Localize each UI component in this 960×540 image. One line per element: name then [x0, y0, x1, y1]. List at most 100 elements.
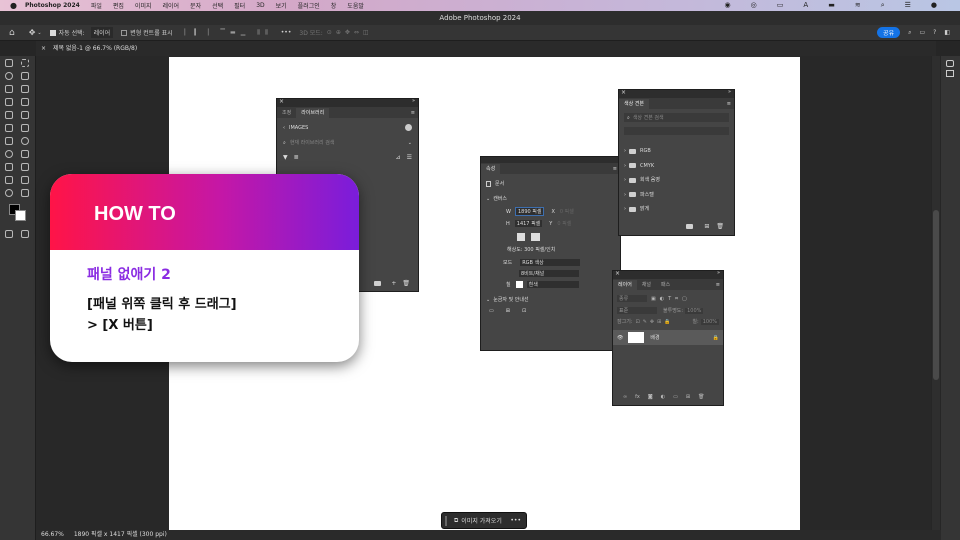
panel-menu-icon[interactable]: ≡ [716, 280, 720, 290]
app-menu-name[interactable]: Photoshop 2024 [25, 2, 80, 9]
drag-handle[interactable] [445, 515, 447, 526]
blend-mode-select[interactable]: 표준 [617, 307, 657, 314]
delete-icon[interactable]: 🗑 [402, 280, 410, 287]
y-field[interactable]: 0 픽셀 [557, 220, 583, 227]
menu-view[interactable]: 보기 [276, 1, 287, 10]
sort-icon[interactable]: ≣ [294, 154, 299, 161]
chevron-down-icon[interactable]: ⌄ [486, 297, 490, 303]
chevron-down-icon[interactable]: ⌄ [37, 30, 41, 36]
marquee-tool-icon[interactable] [21, 59, 29, 67]
siri-icon[interactable]: ● [931, 1, 937, 10]
add-icon[interactable]: + [391, 280, 396, 287]
creative-cloud-icon[interactable]: ◎ [751, 1, 757, 10]
swatch-folder[interactable]: › RGB [624, 144, 729, 159]
learn-icon[interactable] [946, 70, 954, 77]
record-icon[interactable]: ◉ [725, 1, 731, 10]
shape-tool-icon[interactable] [5, 176, 13, 184]
panel-menu-icon[interactable]: ≡ [727, 99, 731, 109]
library-search-input[interactable]: 현재 라이브러리 검색 [290, 139, 335, 146]
close-icon[interactable]: × [621, 89, 626, 96]
eyedropper-tool-icon[interactable] [5, 98, 13, 106]
tab-adjustments[interactable]: 조정 [277, 108, 296, 118]
chevron-right-icon[interactable]: › [624, 159, 626, 174]
battery-icon[interactable]: ▬ [828, 1, 835, 10]
tab-paths[interactable]: 패스 [656, 280, 675, 290]
user-icon[interactable] [405, 124, 412, 131]
eye-icon[interactable]: 👁 [617, 335, 623, 341]
fill-select[interactable]: 흰색 [526, 281, 579, 288]
blur-tool-icon[interactable] [21, 137, 29, 145]
search-icon[interactable]: ⌕ [881, 1, 885, 10]
more-icon[interactable]: ••• [281, 29, 292, 36]
background-color-swatch[interactable] [15, 210, 26, 221]
new-layer-icon[interactable]: ⊞ [686, 394, 690, 400]
swatch-folder[interactable]: › 파스텔 [624, 188, 729, 203]
menu-type[interactable]: 문자 [190, 1, 201, 10]
scrollbar-thumb[interactable] [933, 210, 939, 380]
keyboard-icon[interactable]: A [803, 1, 808, 10]
lock-icons[interactable]: ⊡✎✥⊞🔒 [636, 319, 674, 325]
frame-tool-icon[interactable] [21, 85, 29, 93]
close-icon[interactable]: × [41, 45, 46, 52]
mode-select[interactable]: RGB 색상 [520, 259, 581, 266]
menu-window[interactable]: 창 [331, 1, 337, 10]
menu-layer[interactable]: 레이어 [162, 1, 179, 10]
transform-checkbox[interactable] [121, 29, 128, 36]
swatches-search-input[interactable]: 색상 견본 검색 [633, 114, 664, 121]
library-breadcrumb[interactable]: IMAGES [289, 125, 308, 131]
pen-tool-icon[interactable] [21, 150, 29, 158]
folder-icon[interactable] [686, 224, 694, 229]
chevron-down-icon[interactable]: ⌄ [408, 140, 412, 146]
opacity-field[interactable]: 100% [685, 307, 704, 314]
eraser-tool-icon[interactable] [21, 124, 29, 132]
guides-icon[interactable]: ⊡ [522, 308, 526, 314]
home-icon[interactable]: ⌂ [9, 28, 15, 38]
close-icon[interactable]: × [615, 270, 620, 277]
control-center-icon[interactable]: ☰ [905, 1, 911, 10]
chevron-right-icon[interactable]: › [624, 144, 626, 159]
tab-libraries[interactable]: 라이브러리 [296, 108, 330, 118]
more-tools-icon[interactable] [21, 189, 29, 197]
hand-tool-icon[interactable] [21, 176, 29, 184]
close-icon[interactable]: × [279, 98, 284, 105]
quick-mask-icon[interactable] [5, 230, 13, 238]
portrait-icon[interactable] [517, 233, 525, 241]
delete-icon[interactable]: 🗑 [716, 223, 724, 230]
panel-header[interactable]: × » [613, 270, 723, 279]
gradient-tool-icon[interactable] [5, 137, 13, 145]
ruler-icon[interactable]: ▭ [489, 308, 494, 314]
document-info[interactable]: 1890 픽셀 x 1417 픽셀 (300 ppi) [74, 531, 167, 538]
menu-3d[interactable]: 3D [256, 2, 264, 9]
wifi-icon[interactable]: ≋ [855, 1, 861, 10]
menu-plugins[interactable]: 플러그인 [298, 1, 320, 10]
menu-filter[interactable]: 필터 [234, 1, 245, 10]
type-tool-icon[interactable] [5, 163, 13, 171]
grid-icon[interactable]: ⊞ [506, 308, 510, 314]
tab-layers[interactable]: 레이어 [613, 280, 637, 290]
auto-select-checkbox[interactable] [49, 29, 56, 36]
more-icon[interactable]: ••• [510, 517, 521, 524]
link-icon[interactable]: ∞ [623, 394, 627, 400]
collapse-icon[interactable]: » [728, 89, 731, 95]
height-field[interactable]: 1417 픽셀 [514, 220, 543, 227]
crop-tool-icon[interactable] [5, 85, 13, 93]
chevron-right-icon[interactable]: › [624, 202, 626, 217]
panel-menu-icon[interactable]: ≡ [411, 108, 415, 118]
screen-mode-icon[interactable] [21, 230, 29, 238]
help-icon[interactable]: ? [933, 29, 936, 36]
menu-edit[interactable]: 편집 [113, 1, 124, 10]
swatch-folder[interactable]: › 밝게 [624, 202, 729, 217]
document-tab[interactable]: 제목 없음-1 @ 66.7% (RGB/8) [53, 45, 137, 52]
group-icon[interactable]: ▭ [673, 394, 678, 400]
layer-row[interactable]: 👁 배경 🔒 [613, 330, 723, 345]
auto-select-dropdown[interactable]: 레이어 [90, 27, 114, 38]
landscape-icon[interactable] [531, 233, 540, 241]
zoom-tool-icon[interactable] [5, 189, 13, 197]
chevron-down-icon[interactable]: ⌄ [486, 196, 490, 202]
fx-icon[interactable]: fx [635, 394, 640, 400]
filter-icons[interactable]: ▣◐T⌗▢ [651, 296, 691, 302]
tab-properties[interactable]: 속성 [481, 164, 501, 174]
list-view-icon[interactable]: ☰ [407, 154, 412, 161]
align-icons[interactable]: ▏▍▕ ▔▬▁ ⫼⫼ [185, 29, 273, 37]
tab-channels[interactable]: 채널 [637, 280, 656, 290]
